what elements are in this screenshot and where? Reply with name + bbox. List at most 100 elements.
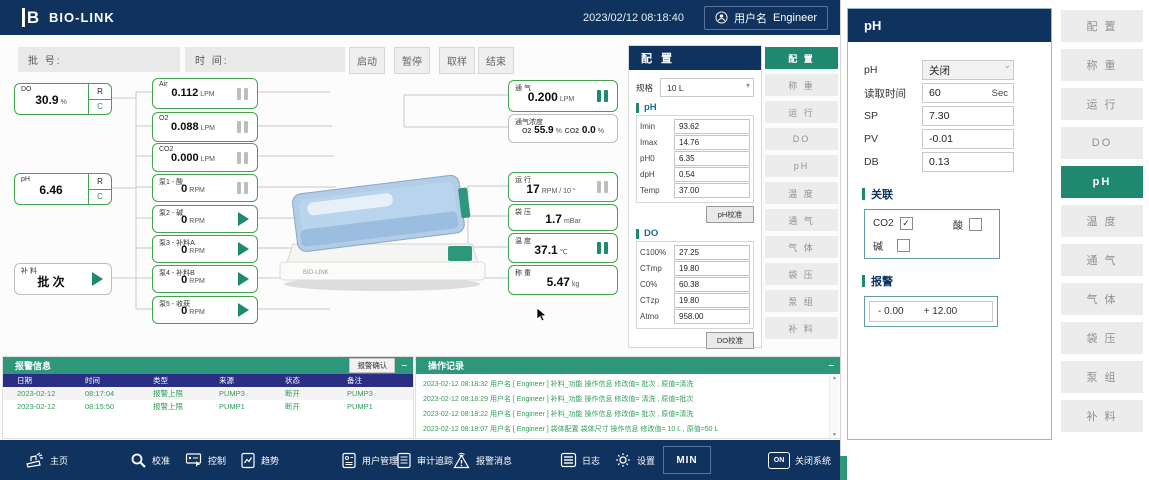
ph-calibrate-button[interactable]: C: [89, 190, 111, 205]
co2-link-checkbox[interactable]: [900, 217, 913, 230]
nav-gas-button[interactable]: 气 体: [1061, 283, 1143, 315]
base-link-checkbox[interactable]: [897, 239, 910, 252]
ph-label: pH: [21, 176, 30, 183]
c0-field[interactable]: 60.38: [674, 277, 750, 292]
pump4-box: 泵4 - 补料B 0RPM: [152, 265, 258, 293]
aeration-unit: LPM: [560, 96, 574, 103]
alarm-status: 断开: [281, 400, 343, 413]
pump4-unit: RPM: [189, 278, 205, 285]
nav-feed-button[interactable]: 补 料: [1061, 400, 1143, 432]
config-ph-fields: Imin93.62 Imax14.76 pH06.35 dpH0.54 Temp…: [636, 115, 754, 203]
alarm-row[interactable]: 2023-02-12 08:15:50 报警上限 PUMP1 断开 PUMP1: [3, 400, 413, 413]
alarm-low-limit[interactable]: - 0.00: [878, 306, 904, 317]
pv-field[interactable]: -0.01: [922, 129, 1014, 149]
alarm-high-limit[interactable]: + 12.00: [924, 306, 958, 317]
pump5-unit: RPM: [189, 309, 205, 316]
temp-cal-field[interactable]: 37.00: [674, 183, 750, 198]
spec-select[interactable]: 10 L: [660, 78, 754, 97]
alarm-minimize-icon[interactable]: –: [401, 360, 407, 371]
do-calibrate-button[interactable]: C: [89, 100, 111, 115]
log-scrollbar[interactable]: ▲▼: [829, 375, 839, 438]
pump2-state-icon[interactable]: [235, 212, 250, 226]
taskbar-audit-trail-button[interactable]: 审计追踪: [396, 440, 453, 480]
acid-link-checkbox[interactable]: [969, 218, 982, 231]
ph-sensor-box: pH 6.46 RC: [14, 173, 112, 205]
log-lines-icon: [560, 452, 577, 468]
read-time-field[interactable]: 60Sec: [922, 83, 1014, 103]
do-calibration-button[interactable]: DO校准: [706, 332, 754, 349]
col-type: 类型: [149, 374, 215, 387]
nav-run-button[interactable]: 运 行: [765, 101, 838, 123]
temperature-state-icon[interactable]: [595, 241, 610, 255]
taskbar-alarm-message-button[interactable]: 报警消息: [452, 440, 512, 480]
nav-bag-pressure-button[interactable]: 袋 压: [765, 263, 838, 285]
ph-calibration-button[interactable]: pH校准: [706, 206, 754, 223]
nav-aeration-button[interactable]: 通 气: [1061, 244, 1143, 276]
pump5-state-icon[interactable]: [235, 303, 250, 317]
nav-config-button[interactable]: 配 置: [1061, 10, 1143, 42]
nav-config-button[interactable]: 配 置: [765, 47, 838, 69]
air-state-icon[interactable]: [235, 87, 250, 101]
imax-field[interactable]: 14.76: [674, 135, 750, 150]
ph0-field[interactable]: 6.35: [674, 151, 750, 166]
nav-run-button[interactable]: 运 行: [1061, 88, 1143, 120]
pump1-box: 泵1 - 酸 0RPM: [152, 174, 258, 202]
pump4-state-icon[interactable]: [235, 272, 250, 286]
nav-aeration-button[interactable]: 通 气: [765, 209, 838, 231]
do-recorder-button[interactable]: R: [89, 84, 111, 100]
taskbar-trend-button[interactable]: 趋势: [240, 440, 279, 480]
nav-temperature-button[interactable]: 温 度: [765, 182, 838, 204]
nav-ph-button[interactable]: pH: [1061, 166, 1143, 198]
imin-field[interactable]: 93.62: [674, 119, 750, 134]
nav-do-button[interactable]: DO: [1061, 127, 1143, 159]
taskbar-calibration-button[interactable]: 校准: [130, 440, 170, 480]
c100-field[interactable]: 27.25: [674, 245, 750, 260]
trend-chart-icon: [240, 452, 256, 469]
co2-state-icon[interactable]: [235, 151, 250, 165]
rocking-state-icon[interactable]: [595, 180, 610, 194]
ph-mode-select[interactable]: 关闭: [922, 60, 1014, 80]
pump1-unit: RPM: [189, 187, 205, 194]
taskbar-shutdown-button[interactable]: ON 关闭系统: [768, 440, 831, 480]
aeration-state-icon[interactable]: [595, 89, 610, 103]
nav-pumps-button[interactable]: 泵 组: [765, 290, 838, 312]
taskbar-settings-button[interactable]: 设置: [614, 440, 655, 480]
atmo-field[interactable]: 958.00: [674, 309, 750, 324]
nav-weight-button[interactable]: 称 重: [765, 74, 838, 96]
nav-feed-button[interactable]: 补 料: [765, 317, 838, 339]
taskbar-minimize-button[interactable]: MIN: [663, 440, 711, 480]
ctzp-field[interactable]: 19.80: [674, 293, 750, 308]
temperature-value: 37.1: [534, 243, 557, 257]
log-minimize-icon[interactable]: –: [828, 360, 834, 371]
alarm-type: 报警上限: [149, 387, 215, 400]
dph-field[interactable]: 0.54: [674, 167, 750, 182]
ctmp-field[interactable]: 19.80: [674, 261, 750, 276]
weight-value: 5.47: [547, 275, 570, 289]
taskbar-user-management-button[interactable]: 用户管理: [341, 440, 398, 480]
nav-do-button[interactable]: DO: [765, 128, 838, 150]
taskbar-home-button[interactable]: 主页: [25, 440, 68, 480]
alarm-time: 08:17:04: [81, 387, 149, 400]
feed-state-icon[interactable]: [89, 272, 104, 286]
nav-temperature-button[interactable]: 温 度: [1061, 205, 1143, 237]
nav-pumps-button[interactable]: 泵 组: [1061, 361, 1143, 393]
nav-bag-pressure-button[interactable]: 袋 压: [1061, 322, 1143, 354]
pump1-state-icon[interactable]: [235, 181, 250, 195]
audit-list-icon: [396, 452, 412, 469]
o2-state-icon[interactable]: [235, 120, 250, 134]
nav-gas-button[interactable]: 气 体: [765, 236, 838, 258]
config-do-fields: C100%27.25 CTmp19.80 C0%60.38 CTzp19.80 …: [636, 241, 754, 329]
alarm-row[interactable]: 2023-02-12 08:17:04 报警上限 PUMP3 断开 PUMP3: [3, 387, 413, 400]
db-field[interactable]: 0.13: [922, 152, 1014, 172]
operation-log-list: 2023-02-12 08:18:32 用户名 [ Engineer ] 补料_…: [416, 374, 840, 439]
sp-field[interactable]: 7.30: [922, 106, 1014, 126]
alarm-confirm-button[interactable]: 报警确认: [349, 358, 395, 373]
nav-ph-button[interactable]: pH: [765, 155, 838, 177]
ph-recorder-button[interactable]: R: [89, 174, 111, 190]
feed-box[interactable]: 补 料 批 次: [14, 263, 112, 295]
pump3-state-icon[interactable]: [235, 242, 250, 256]
aeration-box: 通 气 0.200LPM: [508, 80, 618, 112]
taskbar-control-button[interactable]: 控制: [185, 440, 226, 480]
taskbar-log-button[interactable]: 日志: [560, 440, 600, 480]
nav-weight-button[interactable]: 称 重: [1061, 49, 1143, 81]
